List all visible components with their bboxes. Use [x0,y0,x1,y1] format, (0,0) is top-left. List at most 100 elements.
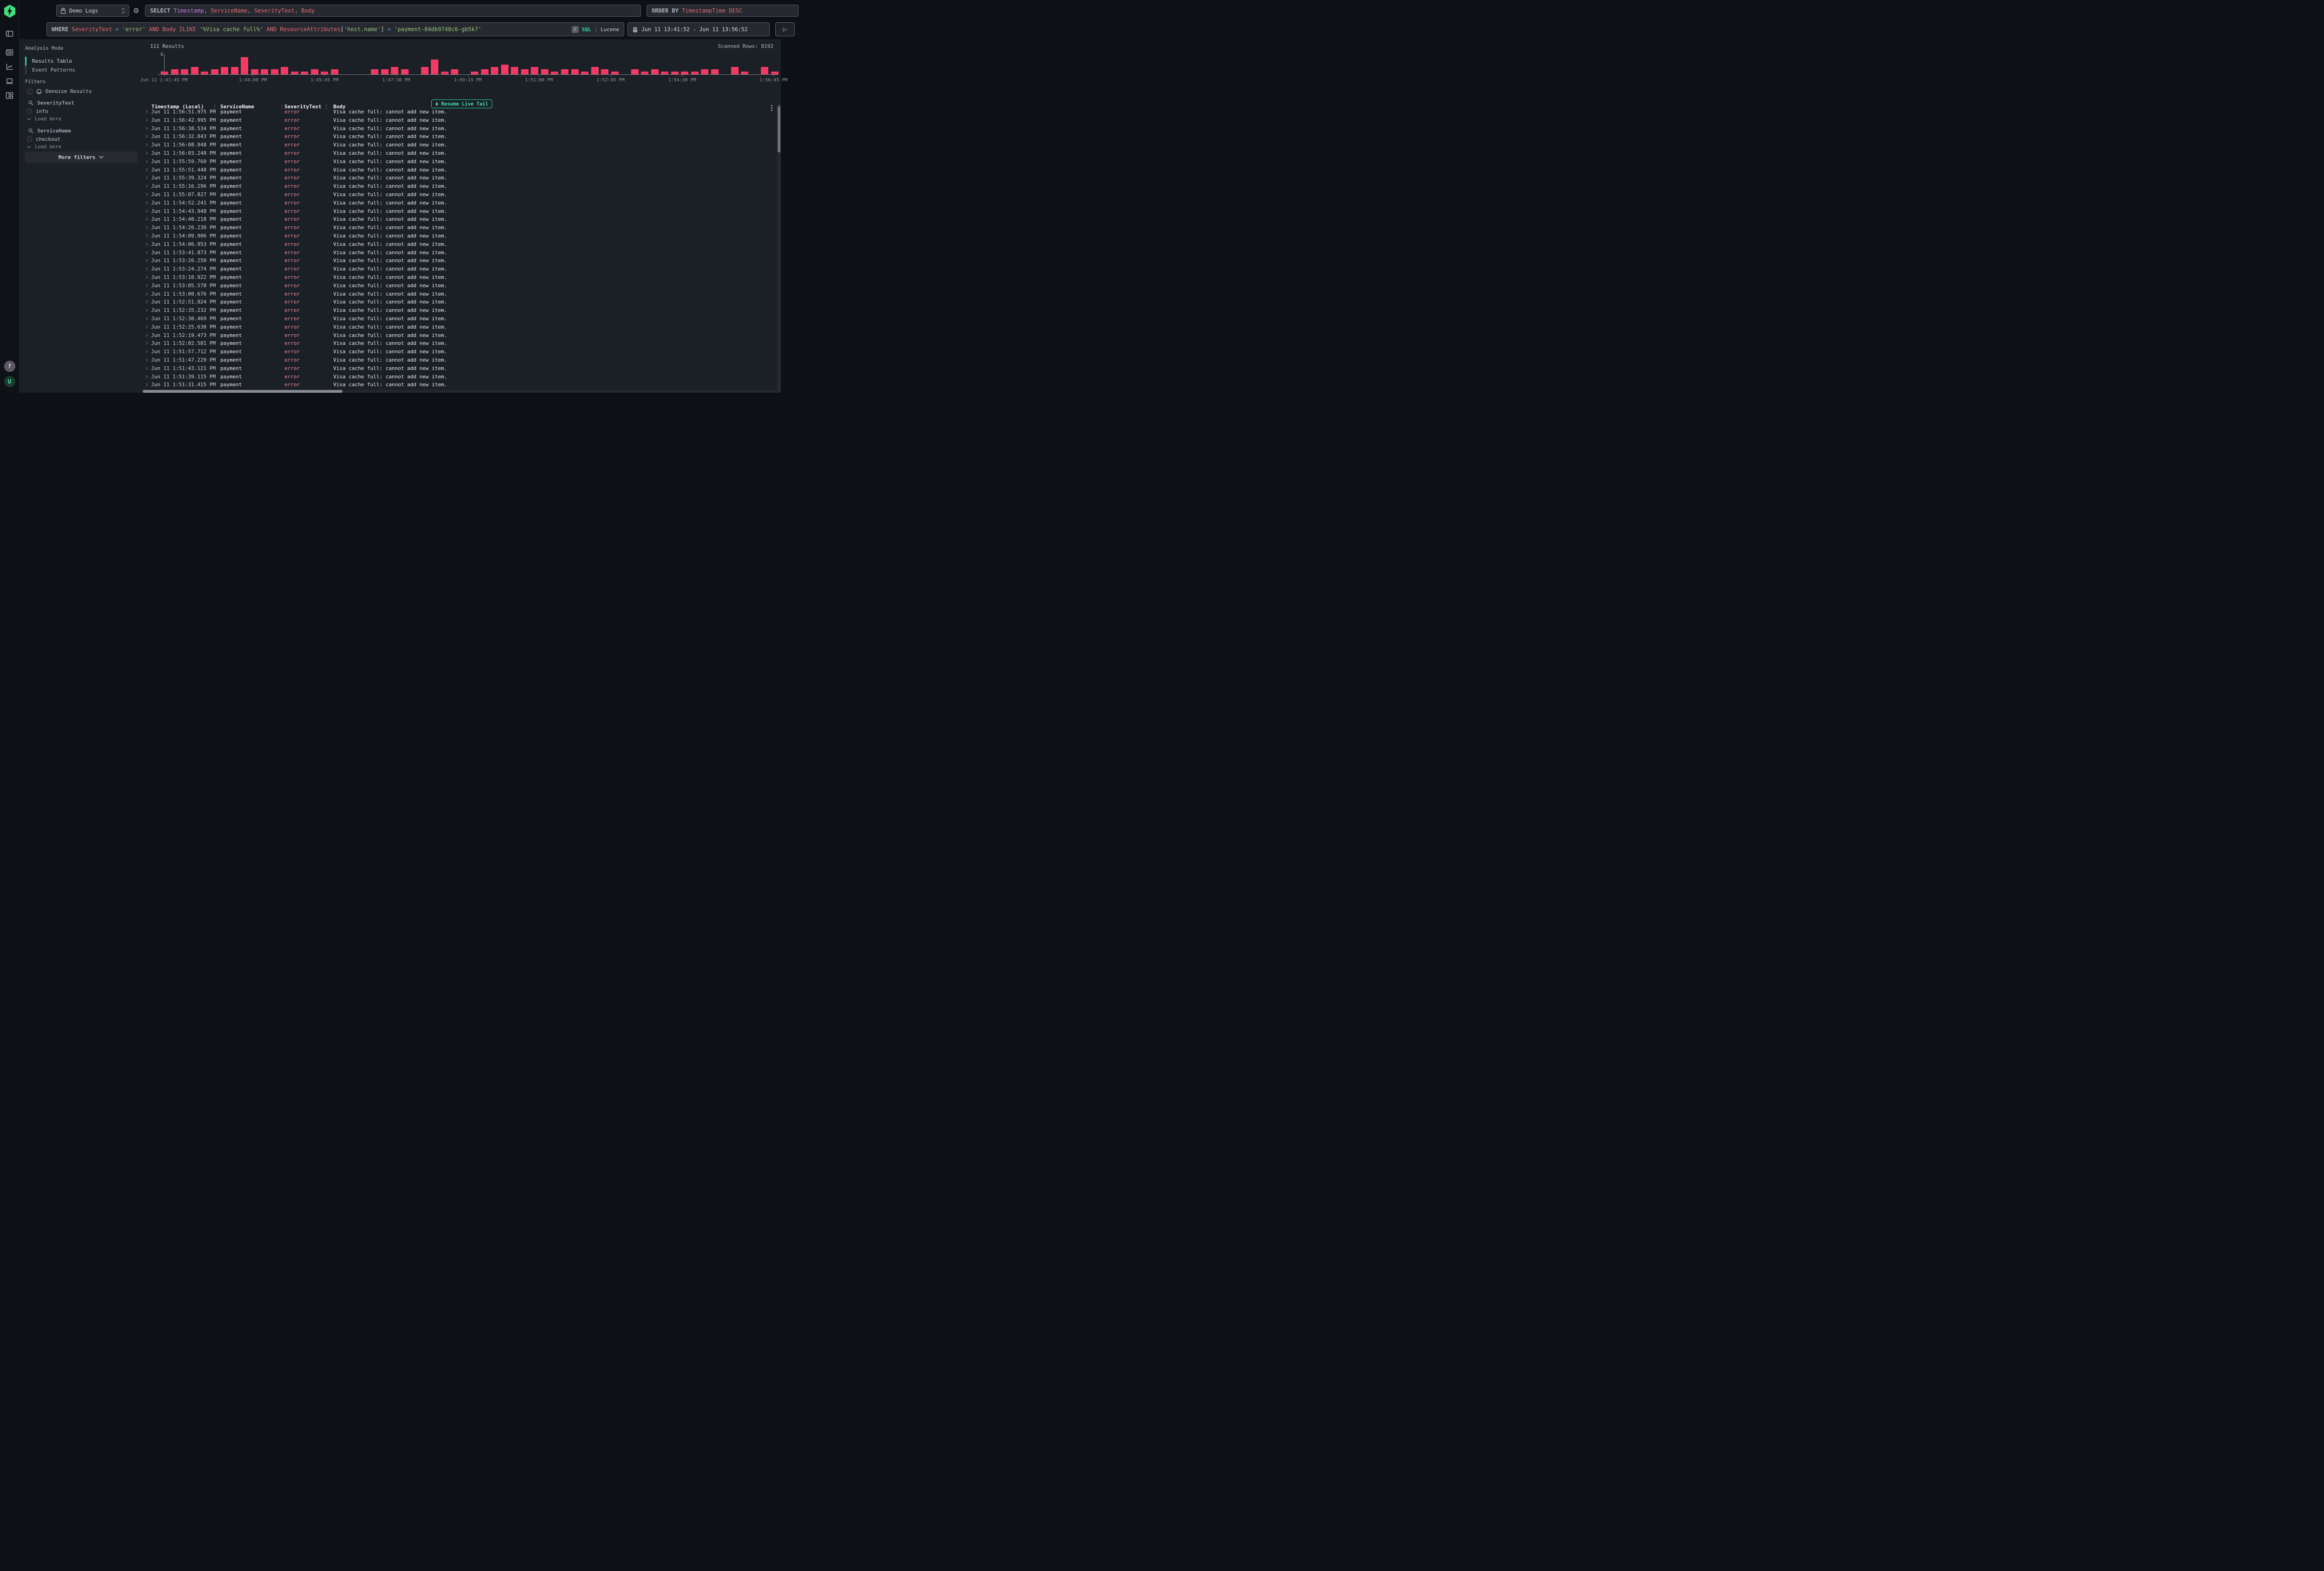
table-row[interactable]: Jun 11 1:52:19.473 PM payment error Visa… [143,331,776,340]
search-icon[interactable] [28,100,33,106]
histogram-bar[interactable] [241,57,248,74]
run-query-button[interactable]: ▷ [775,22,795,36]
table-row[interactable]: Jun 11 1:56:42.995 PM payment error Visa… [143,116,776,125]
table-row[interactable]: Jun 11 1:52:02.581 PM payment error Visa… [143,339,776,348]
dashboards-icon[interactable] [4,90,16,101]
row-expand-chevron-icon[interactable] [145,251,148,254]
hyperdx-logo-icon[interactable] [4,5,16,18]
table-row[interactable]: Jun 11 1:55:07.827 PM payment error Visa… [143,191,776,199]
table-row[interactable]: Jun 11 1:55:59.760 PM payment error Visa… [143,158,776,166]
histogram-bar[interactable] [761,67,768,74]
col-timestamp[interactable]: Timestamp (Local) [152,104,204,110]
source-select[interactable]: Demo Logs [56,5,129,17]
histogram-bar[interactable] [421,67,429,74]
col-body[interactable]: Body [333,104,346,110]
user-avatar[interactable]: U [4,376,15,387]
column-resize-handle[interactable] [326,105,327,106]
table-row[interactable]: Jun 11 1:55:39.324 PM payment error Visa… [143,174,776,182]
histogram-bar[interactable] [321,72,328,74]
servicename-load-more[interactable]: Load more [27,144,61,150]
histogram-bar[interactable] [591,67,599,74]
chart-explorer-icon[interactable] [4,61,16,72]
row-expand-chevron-icon[interactable] [145,267,148,271]
histogram-bar[interactable] [611,72,619,74]
histogram-bar[interactable] [581,72,588,74]
histogram-bar[interactable] [161,72,168,74]
col-servicename[interactable]: ServiceName [220,104,254,110]
vertical-scrollbar-thumb[interactable] [778,106,780,152]
histogram-bar[interactable] [191,67,198,74]
checkout-checkbox[interactable] [27,137,32,142]
table-row[interactable]: Jun 11 1:53:05.578 PM payment error Visa… [143,282,776,290]
row-expand-chevron-icon[interactable] [145,119,148,122]
table-row[interactable]: Jun 11 1:53:41.873 PM payment error Visa… [143,249,776,257]
histogram-bar[interactable] [371,69,378,74]
table-row[interactable]: Jun 11 1:52:25.630 PM payment error Visa… [143,323,776,331]
table-row[interactable]: Jun 11 1:53:24.274 PM payment error Visa… [143,265,776,273]
table-options-kebab-icon[interactable] [771,105,772,106]
mode-results-table[interactable]: Results Table [25,57,137,66]
row-expand-chevron-icon[interactable] [145,367,148,370]
histogram-bar[interactable] [311,69,318,74]
where-clause-input[interactable]: WHERE SeverityText = 'error' AND Body IL… [46,22,624,36]
time-range-picker[interactable]: Jun 11 13:41:52 - Jun 11 13:56:52 [627,22,770,36]
select-clause-input[interactable]: SELECT Timestamp, ServiceName, SeverityT… [145,5,641,17]
sessions-icon[interactable] [4,75,16,86]
source-settings-gear-icon[interactable]: ⚙ [132,6,140,16]
row-expand-chevron-icon[interactable] [145,292,148,295]
histogram-bar[interactable] [221,67,228,74]
table-row[interactable]: Jun 11 1:54:26.230 PM payment error Visa… [143,224,776,232]
histogram-bar[interactable] [661,72,668,74]
row-expand-chevron-icon[interactable] [145,234,148,238]
histogram-bar[interactable] [641,72,648,74]
histogram-bar[interactable] [631,69,639,74]
histogram-bar[interactable] [401,69,409,74]
table-row[interactable]: Jun 11 1:53:10.922 PM payment error Visa… [143,273,776,282]
row-expand-chevron-icon[interactable] [145,383,148,386]
column-resize-handle[interactable] [281,105,282,106]
histogram-bar[interactable] [601,69,608,74]
sql-mode-toggle[interactable]: SQL [582,26,591,33]
row-expand-chevron-icon[interactable] [145,226,148,229]
table-row[interactable]: Jun 11 1:56:38.534 PM payment error Visa… [143,125,776,133]
histogram-bar[interactable] [511,67,518,74]
toggle-sidebar-icon[interactable] [4,28,16,39]
histogram-bar[interactable] [171,69,178,74]
row-expand-chevron-icon[interactable] [145,152,148,155]
histogram-bar[interactable] [531,67,538,74]
table-row[interactable]: Jun 11 1:54:52.241 PM payment error Visa… [143,199,776,207]
histogram-bar[interactable] [711,69,719,74]
row-expand-chevron-icon[interactable] [145,210,148,213]
horizontal-scrollbar-thumb[interactable] [143,390,343,393]
histogram-bar[interactable] [651,69,659,74]
table-row[interactable]: Jun 11 1:56:03.248 PM payment error Visa… [143,149,776,158]
table-row[interactable]: Jun 11 1:51:43.121 PM payment error Visa… [143,364,776,373]
histogram-bar[interactable] [451,69,458,74]
histogram-bar[interactable] [261,69,268,74]
row-expand-chevron-icon[interactable] [145,284,148,287]
histogram-bar[interactable] [501,65,508,74]
row-expand-chevron-icon[interactable] [145,333,148,337]
histogram-bar[interactable] [431,59,438,74]
row-expand-chevron-icon[interactable] [145,325,148,329]
table-row[interactable]: Jun 11 1:51:31.415 PM payment error Visa… [143,381,776,389]
row-expand-chevron-icon[interactable] [145,259,148,262]
histogram-bar[interactable] [471,72,478,74]
row-expand-chevron-icon[interactable] [145,127,148,130]
search-icon[interactable] [28,128,33,133]
row-expand-chevron-icon[interactable] [145,185,148,188]
histogram-bar[interactable] [331,69,338,74]
help-button[interactable]: ? [4,361,15,372]
table-row[interactable]: Jun 11 1:53:00.676 PM payment error Visa… [143,290,776,298]
table-row[interactable]: Jun 11 1:56:08.948 PM payment error Visa… [143,141,776,149]
histogram-bar[interactable] [561,69,568,74]
row-expand-chevron-icon[interactable] [145,317,148,320]
col-severitytext[interactable]: SeverityText [284,104,321,110]
row-expand-chevron-icon[interactable] [145,309,148,312]
histogram-bar[interactable] [251,69,258,74]
lucene-mode-toggle[interactable]: Lucene [601,26,619,33]
table-row[interactable]: Jun 11 1:51:57.712 PM payment error Visa… [143,348,776,356]
more-filters-button[interactable]: More filters [25,152,138,163]
search-logs-icon[interactable] [4,46,16,58]
histogram-bar[interactable] [391,67,398,74]
